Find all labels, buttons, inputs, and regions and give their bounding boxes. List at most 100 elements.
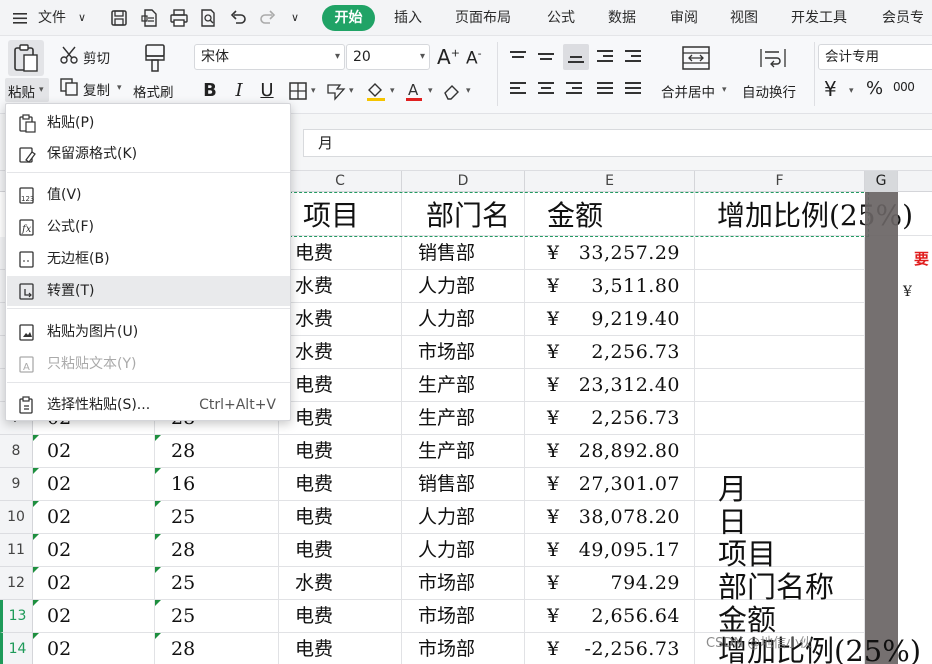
column-header-d[interactable]: D	[402, 171, 525, 192]
justify-icon[interactable]	[594, 78, 616, 100]
column-header-e[interactable]: E	[525, 171, 695, 192]
decrease-font-size-icon[interactable]: A-	[466, 47, 482, 69]
redo-icon[interactable]	[256, 6, 280, 30]
row-header[interactable]: 13	[0, 600, 33, 633]
align-bottom-icon[interactable]	[563, 44, 589, 70]
cell-increase-ratio[interactable]	[695, 435, 865, 468]
cell-project[interactable]: 电费	[279, 435, 402, 468]
cell-amount[interactable]: ¥2,256.73	[525, 402, 695, 435]
cell-day[interactable]: 25	[155, 600, 279, 633]
header-cell-amount[interactable]: 金额	[525, 192, 695, 236]
selected-column-g[interactable]	[865, 192, 898, 664]
column-header-h[interactable]	[898, 171, 932, 192]
align-middle-icon[interactable]	[535, 46, 557, 68]
paste-menu-item[interactable]: 粘贴(P)	[7, 108, 290, 138]
cell-amount[interactable]: ¥27,301.07	[525, 468, 695, 501]
cell-project[interactable]: 电费	[279, 600, 402, 633]
cell-month[interactable]: 02	[33, 534, 155, 567]
paste-menu-item[interactable]: 123 值(V)	[7, 180, 290, 210]
wrap-text-icon[interactable]	[756, 42, 790, 74]
font-color-dropdown-icon[interactable]: ▾	[428, 86, 433, 96]
increase-font-size-icon[interactable]: A+	[437, 45, 460, 69]
row-header[interactable]: 10	[0, 501, 33, 534]
tab-formulas[interactable]: 公式	[547, 0, 575, 36]
cell-amount[interactable]: ¥3,511.80	[525, 270, 695, 303]
cell-project[interactable]: 水费	[279, 336, 402, 369]
borders-icon[interactable]	[287, 81, 309, 101]
tab-view[interactable]: 视图	[730, 0, 758, 36]
export-pdf-icon[interactable]	[138, 6, 162, 30]
cell-department[interactable]: 市场部	[402, 336, 525, 369]
paste-button[interactable]: 粘贴 ▾	[5, 78, 49, 102]
column-header-g[interactable]: G	[865, 171, 898, 192]
tab-member[interactable]: 会员专享	[882, 0, 932, 62]
cell-amount[interactable]: ¥23,312.40	[525, 369, 695, 402]
paste-menu-item[interactable]: 粘贴为图片(U)	[7, 317, 290, 347]
cell-amount[interactable]: ¥794.29	[525, 567, 695, 600]
cell-month[interactable]: 02	[33, 501, 155, 534]
align-left-icon[interactable]	[507, 78, 529, 100]
cell-amount[interactable]: ¥2,656.64	[525, 600, 695, 633]
cell-increase-ratio[interactable]	[695, 303, 865, 336]
header-cell-project[interactable]: 项目	[279, 192, 402, 236]
merge-dropdown-icon[interactable]: ▾	[722, 85, 727, 95]
cell-project[interactable]: 水费	[279, 567, 402, 600]
currency-dropdown-icon[interactable]: ▾	[849, 86, 854, 96]
thousands-separator-button[interactable]: 000	[893, 80, 915, 94]
format-painter-button[interactable]: 格式刷	[133, 81, 174, 101]
paste-menu-item[interactable]: fx 公式(F)	[7, 212, 290, 242]
cell-amount[interactable]: ¥33,257.29	[525, 237, 695, 270]
cell-month[interactable]: 02	[33, 567, 155, 600]
align-top-icon[interactable]	[507, 46, 529, 68]
merge-center-icon[interactable]	[679, 42, 713, 74]
tab-developer[interactable]: 开发工具	[791, 0, 847, 36]
cell-project[interactable]: 电费	[279, 534, 402, 567]
cell-project[interactable]: 电费	[279, 402, 402, 435]
copy-dropdown-arrow-icon[interactable]: ▾	[117, 83, 122, 93]
cell-project[interactable]: 电费	[279, 369, 402, 402]
cell-project[interactable]: 水费	[279, 303, 402, 336]
cell-department[interactable]: 人力部	[402, 501, 525, 534]
clear-format-dropdown-icon[interactable]: ▾	[466, 86, 471, 96]
italic-icon[interactable]: I	[229, 78, 249, 104]
cell-month[interactable]: 02	[33, 468, 155, 501]
tab-data[interactable]: 数据	[608, 0, 636, 36]
cell-day[interactable]: 25	[155, 567, 279, 600]
cell-department[interactable]: 市场部	[402, 633, 525, 664]
cell-increase-ratio[interactable]	[695, 270, 865, 303]
tab-review[interactable]: 审阅	[670, 0, 698, 36]
row-header[interactable]: 9	[0, 468, 33, 501]
cell-month[interactable]: 02	[33, 600, 155, 633]
cell-department[interactable]: 市场部	[402, 567, 525, 600]
decrease-indent-icon[interactable]	[594, 46, 616, 68]
paste-menu-item[interactable]: 转置(T)	[7, 276, 290, 306]
cell-department[interactable]: 市场部	[402, 600, 525, 633]
save-icon[interactable]	[107, 6, 131, 30]
paste-menu-item[interactable]: 选择性粘贴(S)... Ctrl+Alt+V	[7, 390, 290, 420]
row-header[interactable]: 12	[0, 567, 33, 600]
cell-increase-ratio[interactable]	[695, 369, 865, 402]
bold-icon[interactable]: B	[200, 78, 220, 104]
cell-month[interactable]: 02	[33, 435, 155, 468]
paste-menu-item[interactable]: 保留源格式(K)	[7, 139, 290, 169]
distributed-align-icon[interactable]	[622, 78, 644, 100]
wrap-text-button[interactable]: 自动换行	[742, 81, 796, 101]
paste-menu-item[interactable]: 无边框(B)	[7, 244, 290, 274]
cell-day[interactable]: 28	[155, 435, 279, 468]
currency-format-button[interactable]: ¥	[824, 77, 837, 101]
copy-icon[interactable]	[58, 76, 80, 98]
cell-department[interactable]: 销售部	[402, 468, 525, 501]
row-header[interactable]: 11	[0, 534, 33, 567]
cell-project[interactable]: 电费	[279, 468, 402, 501]
cell-department[interactable]: 生产部	[402, 369, 525, 402]
merge-center-button[interactable]: 合并居中	[661, 81, 715, 101]
cell-department[interactable]: 人力部	[402, 270, 525, 303]
cell-department[interactable]: 生产部	[402, 402, 525, 435]
tab-page-layout[interactable]: 页面布局	[455, 0, 511, 36]
cut-button[interactable]: 剪切	[83, 47, 110, 67]
cell-department[interactable]: 人力部	[402, 534, 525, 567]
scissors-icon[interactable]	[58, 44, 80, 66]
cell-day[interactable]: 25	[155, 501, 279, 534]
cell-style-icon[interactable]	[325, 81, 347, 101]
cell-increase-ratio[interactable]	[695, 402, 865, 435]
